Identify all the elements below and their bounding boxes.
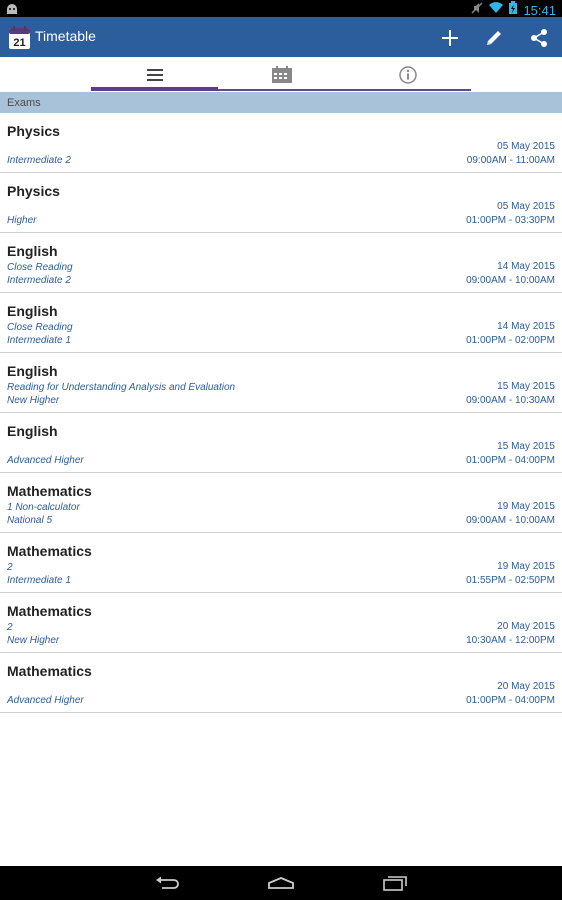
status-bar: 15:41 [0, 0, 562, 18]
exam-date: 05 May 2015 [497, 201, 555, 212]
exam-time: 01:00PM - 04:00PM [466, 455, 555, 466]
exam-time: 01:55PM - 02:50PM [466, 575, 555, 586]
exam-time: 09:00AM - 10:30AM [466, 395, 555, 406]
exam-time: 09:00AM - 10:00AM [466, 515, 555, 526]
exam-subject: Mathematics [7, 483, 92, 499]
exam-level: National 5 [7, 515, 53, 526]
exam-subject: Physics [7, 123, 60, 139]
add-button[interactable] [437, 25, 463, 51]
exam-level: Intermediate 2 [7, 155, 71, 166]
share-icon [531, 29, 547, 47]
tab-info[interactable] [345, 57, 471, 92]
exam-date: 14 May 2015 [497, 261, 555, 272]
exam-row[interactable]: Physics Intermediate 2 05 May 2015 09:00AM … [0, 113, 562, 173]
section-header-exams: Exams [0, 92, 562, 113]
plus-icon [442, 30, 458, 46]
exam-date: 20 May 2015 [497, 621, 555, 632]
edit-button[interactable] [481, 25, 507, 51]
exam-paper: 2 [7, 622, 13, 633]
tab-selected-indicator [91, 87, 218, 91]
exam-level: Advanced Higher [7, 695, 84, 706]
exam-level: Higher [7, 215, 37, 226]
exam-row[interactable]: English Advanced Higher 15 May 2015 01:00PM… [0, 413, 562, 473]
exam-subject: Mathematics [7, 663, 92, 679]
recents-icon [383, 876, 407, 891]
back-button[interactable] [152, 872, 182, 894]
exam-subject: Mathematics [7, 603, 92, 619]
exam-row[interactable]: Physics Higher 05 May 2015 01:00PM - 03:30P… [0, 173, 562, 233]
calendar-21-icon[interactable]: 21 [9, 26, 30, 49]
share-button[interactable] [526, 25, 552, 51]
exam-date: 15 May 2015 [497, 381, 555, 392]
pencil-icon [487, 31, 501, 45]
exam-level: Intermediate 1 [7, 575, 71, 586]
exam-level: Intermediate 1 [7, 335, 71, 346]
exam-time: 10:30AM - 12:00PM [466, 635, 555, 646]
exam-paper: Close Reading [7, 322, 73, 333]
exam-paper: 2 [7, 562, 13, 573]
info-icon [399, 65, 417, 84]
exam-row[interactable]: Mathematics 2 Intermediate 1 19 May 2015 01:… [0, 533, 562, 593]
exam-subject: Mathematics [7, 543, 92, 559]
exam-subject: English [7, 363, 58, 379]
exam-paper: Reading for Understanding Analysis and E… [7, 382, 236, 393]
exam-row[interactable]: English Close Reading Intermediate 1 14 May… [0, 293, 562, 353]
exam-row[interactable]: Mathematics 2 New Higher 20 May 2015 10:30AM… [0, 593, 562, 653]
exam-date: 14 May 2015 [497, 321, 555, 332]
exam-date: 19 May 2015 [497, 561, 555, 572]
app-icon-day: 21 [13, 37, 25, 49]
home-button[interactable] [266, 872, 296, 894]
exam-time: 01:00PM - 04:00PM [466, 695, 555, 706]
navigation-bar [0, 866, 562, 900]
exam-paper: Close Reading [7, 262, 73, 273]
exam-level: Intermediate 2 [7, 275, 71, 286]
exam-time: 01:00PM - 02:00PM [466, 335, 555, 346]
tab-calendar[interactable] [218, 57, 345, 92]
exam-subject: Physics [7, 183, 60, 199]
exam-time: 01:00PM - 03:30PM [466, 215, 555, 226]
exam-subject: English [7, 423, 58, 439]
list-icon [146, 68, 163, 81]
tab-bar [0, 57, 562, 92]
status-time: 15:41 [523, 2, 556, 18]
exam-date: 15 May 2015 [497, 441, 555, 452]
exam-row[interactable]: English Close Reading Intermediate 2 14 May… [0, 233, 562, 293]
exam-date: 20 May 2015 [497, 681, 555, 692]
calendar-icon [271, 65, 292, 83]
exam-level: Advanced Higher [7, 455, 84, 466]
exam-date: 19 May 2015 [497, 501, 555, 512]
exam-time: 09:00AM - 10:00AM [466, 275, 555, 286]
exam-date: 05 May 2015 [497, 141, 555, 152]
exam-level: New Higher [7, 395, 60, 406]
home-icon [268, 877, 294, 889]
exam-row[interactable]: Mathematics Advanced Higher 20 May 2015 01:… [0, 653, 562, 713]
exam-row[interactable]: English Reading for Understanding Analysi… [0, 353, 562, 413]
exam-paper: 1 Non-calculator [7, 502, 80, 513]
exam-row[interactable]: Mathematics 1 Non-calculator National 5 19 … [0, 473, 562, 533]
exam-list: Physics Intermediate 2 05 May 2015 09:00AM … [0, 113, 562, 713]
back-icon [156, 876, 179, 889]
exam-subject: English [7, 243, 58, 259]
action-bar: 21 Timetable [0, 17, 562, 57]
exam-time: 09:00AM - 11:00AM [466, 155, 555, 166]
exam-subject: English [7, 303, 58, 319]
app-title: Timetable [35, 28, 96, 44]
exam-level: New Higher [7, 635, 60, 646]
recents-button[interactable] [380, 872, 410, 894]
